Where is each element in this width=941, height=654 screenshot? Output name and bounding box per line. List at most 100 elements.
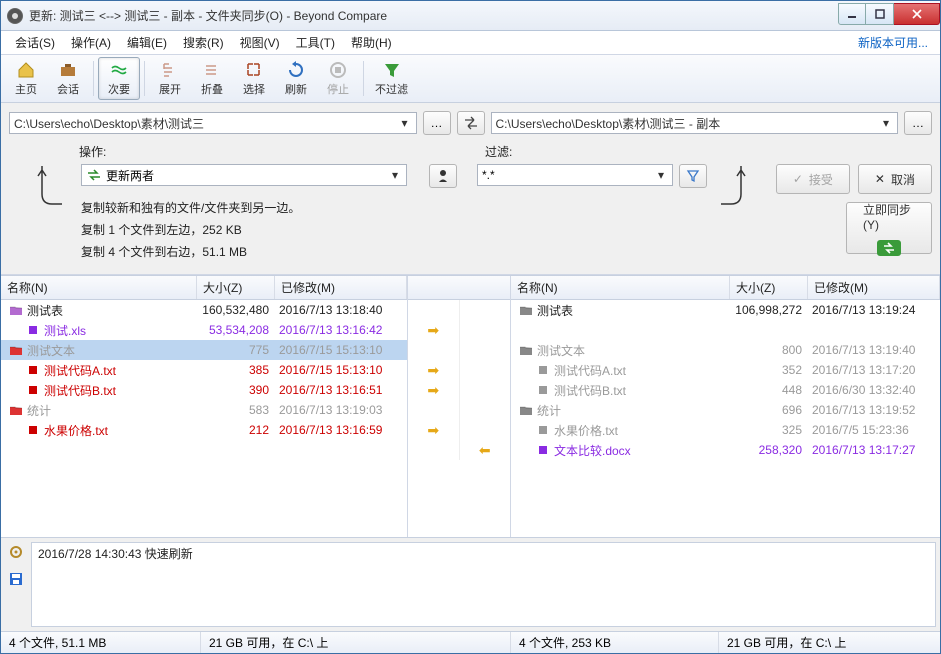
toolbar: 主页 会话 次要 展开 折叠 选择 刷新 停止 不过滤	[1, 55, 940, 103]
left-path-input[interactable]: ▾	[9, 112, 417, 134]
window-title: 更新: 测试三 <--> 测试三 - 副本 - 文件夹同步(O) - Beyon…	[29, 7, 838, 24]
file-row[interactable]: 测试.xls53,534,2082016/7/13 13:16:42	[1, 320, 407, 340]
col-size-right[interactable]: 大小(Z)	[730, 276, 808, 299]
chevron-down-icon[interactable]: ▾	[398, 116, 412, 130]
col-size-left[interactable]: 大小(Z)	[197, 276, 275, 299]
col-modified-left[interactable]: 已修改(M)	[275, 276, 407, 299]
filter-apply-button[interactable]	[679, 164, 707, 188]
menu-session[interactable]: 会话(S)	[7, 31, 63, 54]
sync-both-icon	[86, 167, 102, 183]
action-label: 操作:	[9, 143, 439, 160]
file-icon	[539, 366, 547, 374]
filter-input[interactable]: ▾	[477, 164, 673, 186]
funnel-icon	[382, 60, 402, 80]
status-left-disk: 21 GB 可用，在 C:\ 上	[201, 632, 511, 653]
folder-icon	[519, 344, 533, 356]
left-rows[interactable]: 测试表160,532,4802016/7/13 13:18:40测试.xls53…	[1, 300, 407, 537]
file-row[interactable]: 测试表160,532,4802016/7/13 13:18:40	[1, 300, 407, 320]
col-name-right[interactable]: 名称(N)	[511, 276, 730, 299]
refresh-icon	[286, 60, 306, 80]
menu-help[interactable]: 帮助(H)	[343, 31, 400, 54]
desc-line-2: 复制 1 个文件到左边，252 KB	[81, 220, 407, 240]
file-row[interactable]: 测试文本7752016/7/15 15:13:10	[1, 340, 407, 360]
chevron-down-icon[interactable]: ▾	[654, 168, 668, 182]
file-icon	[29, 366, 37, 374]
right-rows[interactable]: 测试表106,998,2722016/7/13 13:19:24 测试文本8002…	[511, 300, 940, 537]
menu-edit[interactable]: 编辑(E)	[119, 31, 175, 54]
file-row[interactable]: 测试代码A.txt3522016/7/13 13:17:20	[511, 360, 940, 380]
file-row[interactable]: 测试表106,998,2722016/7/13 13:19:24	[511, 300, 940, 320]
log-content[interactable]: 2016/7/28 14:30:43 快速刷新	[31, 542, 936, 627]
file-icon	[539, 426, 547, 434]
save-icon[interactable]	[8, 571, 24, 590]
select-icon	[244, 60, 264, 80]
toolbar-expand[interactable]: 展开	[149, 57, 191, 100]
toolbar-collapse[interactable]: 折叠	[191, 57, 233, 100]
toolbar-stop: 停止	[317, 57, 359, 100]
log-line: 2016/7/28 14:30:43 快速刷新	[32, 543, 935, 564]
minimize-button[interactable]	[838, 3, 866, 25]
file-icon	[29, 386, 37, 394]
arrow-left-icon: ⬅	[479, 442, 491, 459]
toolbar-refresh[interactable]: 刷新	[275, 57, 317, 100]
left-arrow-graphic	[9, 164, 75, 224]
chevron-down-icon[interactable]: ▾	[879, 116, 893, 130]
folder-icon	[519, 304, 533, 316]
menu-search[interactable]: 搜索(R)	[175, 31, 232, 54]
cancel-button[interactable]: ✕取消	[858, 164, 932, 194]
left-pane: 名称(N) 大小(Z) 已修改(M) 测试表160,532,4802016/7/…	[1, 276, 407, 537]
menu-action[interactable]: 操作(A)	[63, 31, 119, 54]
right-path-input[interactable]: ▾	[491, 112, 899, 134]
arrow-right-icon: ➡	[427, 322, 439, 339]
left-browse-button[interactable]: …	[423, 111, 451, 135]
swap-button[interactable]	[457, 111, 485, 135]
folder-icon	[9, 344, 23, 356]
file-row[interactable]: 测试文本8002016/7/13 13:19:40	[511, 340, 940, 360]
action-select-value[interactable]	[106, 168, 388, 182]
toolbar-secondary[interactable]: 次要	[98, 57, 140, 100]
toolbar-select[interactable]: 选择	[233, 57, 275, 100]
file-row[interactable]: 测试代码A.txt3852016/7/15 15:13:10	[1, 360, 407, 380]
gear-icon[interactable]	[8, 544, 24, 563]
file-row[interactable]: 水果价格.txt3252016/7/5 15:23:36	[511, 420, 940, 440]
title-bar: 更新: 测试三 <--> 测试三 - 副本 - 文件夹同步(O) - Beyon…	[1, 1, 940, 31]
menu-tools[interactable]: 工具(T)	[288, 31, 343, 54]
folder-icon	[9, 404, 23, 416]
close-button[interactable]	[894, 3, 940, 25]
menu-bar: 会话(S) 操作(A) 编辑(E) 搜索(R) 视图(V) 工具(T) 帮助(H…	[1, 31, 940, 55]
x-icon: ✕	[875, 172, 885, 186]
maximize-button[interactable]	[866, 3, 894, 25]
toolbar-nofilter[interactable]: 不过滤	[368, 57, 415, 100]
filter-field[interactable]	[482, 168, 654, 182]
briefcase-icon	[58, 60, 78, 80]
arrow-right-icon: ➡	[427, 422, 439, 439]
sync-now-button[interactable]: 立即同步(Y)	[846, 202, 932, 254]
update-available-link[interactable]: 新版本可用...	[852, 31, 934, 54]
expand-icon	[160, 60, 180, 80]
collapse-icon	[202, 60, 222, 80]
right-path-field[interactable]	[496, 116, 880, 130]
file-panes: 名称(N) 大小(Z) 已修改(M) 测试表160,532,4802016/7/…	[1, 275, 940, 537]
accept-button: ✓接受	[776, 164, 850, 194]
file-row[interactable]: 文本比较.docx258,3202016/7/13 13:17:27	[511, 440, 940, 460]
file-row[interactable]: 水果价格.txt2122016/7/13 13:16:59	[1, 420, 407, 440]
file-row[interactable]: 测试代码B.txt4482016/6/30 13:32:40	[511, 380, 940, 400]
sync-icon	[877, 240, 901, 256]
menu-view[interactable]: 视图(V)	[232, 31, 288, 54]
status-left-files: 4 个文件, 51.1 MB	[1, 632, 201, 653]
file-icon	[539, 446, 547, 454]
right-browse-button[interactable]: …	[904, 111, 932, 135]
right-arrow-graphic	[713, 164, 769, 224]
file-row[interactable]: 测试代码B.txt3902016/7/13 13:16:51	[1, 380, 407, 400]
file-row[interactable]: 统计5832016/7/13 13:19:03	[1, 400, 407, 420]
left-path-field[interactable]	[14, 116, 398, 130]
chevron-down-icon[interactable]: ▾	[388, 168, 402, 182]
action-select[interactable]: ▾	[81, 164, 407, 186]
approximate-icon	[109, 60, 129, 80]
col-name-left[interactable]: 名称(N)	[1, 276, 197, 299]
action-options-button[interactable]	[429, 164, 457, 188]
file-row[interactable]: 统计6962016/7/13 13:19:52	[511, 400, 940, 420]
toolbar-session[interactable]: 会话	[47, 57, 89, 100]
toolbar-home[interactable]: 主页	[5, 57, 47, 100]
col-modified-right[interactable]: 已修改(M)	[808, 276, 940, 299]
